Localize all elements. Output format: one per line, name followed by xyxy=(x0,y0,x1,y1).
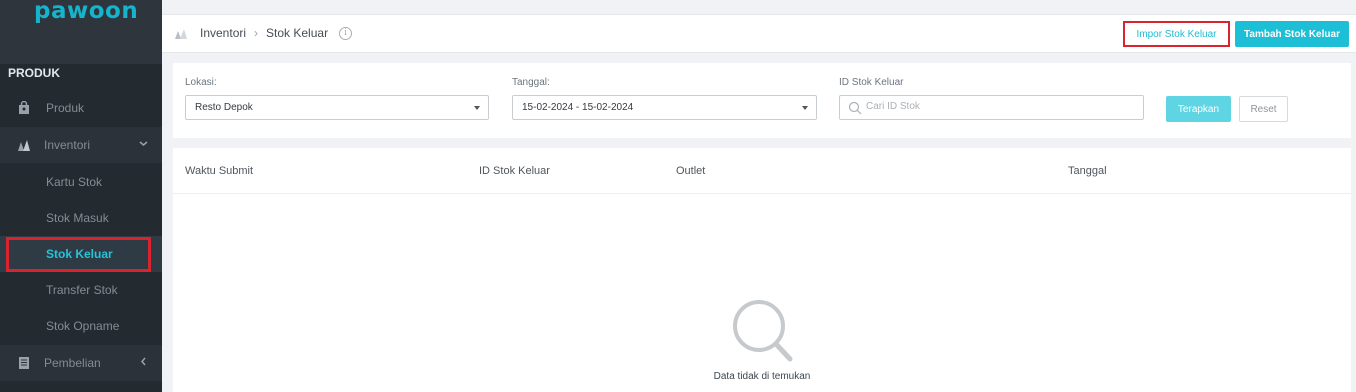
lokasi-value: Resto Depok xyxy=(195,102,253,113)
chevron-down-icon xyxy=(139,141,148,146)
breadcrumb-stok-keluar: Stok Keluar xyxy=(266,26,329,40)
sidebar-item-label: Stok Masuk xyxy=(46,211,109,225)
tanggal-label: Tanggal: xyxy=(512,77,550,88)
pawoon-logo[interactable]: pawoon xyxy=(34,0,138,24)
apply-button[interactable]: Terapkan xyxy=(1166,96,1231,122)
chevron-left-icon xyxy=(141,357,146,366)
sidebar-item-stok-opname[interactable]: Stok Opname xyxy=(0,308,162,344)
dropdown-arrow-icon xyxy=(474,106,480,110)
sidebar-item-stok-masuk[interactable]: Stok Masuk xyxy=(0,200,162,236)
breadcrumb-separator-icon: › xyxy=(254,26,259,40)
logo-area: pawoon xyxy=(0,0,162,64)
sidebar-item-transfer-stok[interactable]: Transfer Stok xyxy=(0,272,162,308)
tanggal-value: 15-02-2024 - 15-02-2024 xyxy=(522,102,634,113)
top-bar: Inventori › Stok Keluar i Impor Stok Kel… xyxy=(162,14,1356,53)
search-icon xyxy=(848,101,862,115)
column-tanggal[interactable]: Tanggal xyxy=(1068,165,1107,177)
sidebar-item-label: Kartu Stok xyxy=(46,175,103,189)
sidebar-item-pembelian[interactable]: Pembelian xyxy=(0,345,162,381)
document-list-icon xyxy=(19,357,29,369)
sidebar-item-label: Pembelian xyxy=(44,356,101,370)
sidebar-item-label: Transfer Stok xyxy=(46,283,118,297)
sidebar-item-label: Inventori xyxy=(44,138,91,152)
breadcrumb-inventori[interactable]: Inventori xyxy=(200,26,246,40)
lokasi-select[interactable]: Resto Depok xyxy=(185,95,489,120)
dropdown-arrow-icon xyxy=(802,106,808,110)
column-waktu-submit[interactable]: Waktu Submit xyxy=(185,165,253,177)
empty-state-text: Data tidak di temukan xyxy=(713,371,811,382)
sidebar-item-label: Produk xyxy=(46,101,85,115)
column-outlet[interactable]: Outlet xyxy=(676,165,705,177)
add-stok-keluar-button[interactable]: Tambah Stok Keluar xyxy=(1235,21,1349,47)
section-header-produk: PRODUK xyxy=(8,66,61,80)
reset-button[interactable]: Reset xyxy=(1239,96,1288,122)
id-stok-label: ID Stok Keluar xyxy=(839,77,904,88)
boxes-icon xyxy=(18,140,30,151)
sidebar-item-inventori[interactable]: Inventori xyxy=(0,127,162,163)
id-stok-input[interactable] xyxy=(866,101,1126,112)
id-stok-search[interactable] xyxy=(839,95,1144,120)
magnifier-icon xyxy=(733,300,793,362)
import-stok-keluar-button[interactable]: Impor Stok Keluar xyxy=(1123,21,1230,47)
bag-icon xyxy=(19,101,29,114)
sidebar-item-label: Stok Opname xyxy=(46,319,120,333)
stok-keluar-table: Waktu Submit ID Stok Keluar Outlet Tangg… xyxy=(173,148,1351,392)
sidebar-item-kartu-stok[interactable]: Kartu Stok xyxy=(0,164,162,200)
lokasi-label: Lokasi: xyxy=(185,77,217,88)
info-icon[interactable]: i xyxy=(339,26,353,40)
boxes-icon xyxy=(175,29,187,39)
breadcrumb: Inventori › Stok Keluar i xyxy=(174,26,353,40)
column-id-stok-keluar[interactable]: ID Stok Keluar xyxy=(479,165,550,177)
highlight-box xyxy=(6,237,151,272)
table-header: Waktu Submit ID Stok Keluar Outlet Tangg… xyxy=(173,148,1351,194)
filter-panel: Lokasi: Resto Depok Tanggal: 15-02-2024 … xyxy=(173,63,1351,138)
sidebar-item-produk[interactable]: Produk xyxy=(0,90,162,126)
tanggal-select[interactable]: 15-02-2024 - 15-02-2024 xyxy=(512,95,817,120)
sidebar: pawoon PRODUK Produk Inventori Kartu Sto… xyxy=(0,0,162,392)
